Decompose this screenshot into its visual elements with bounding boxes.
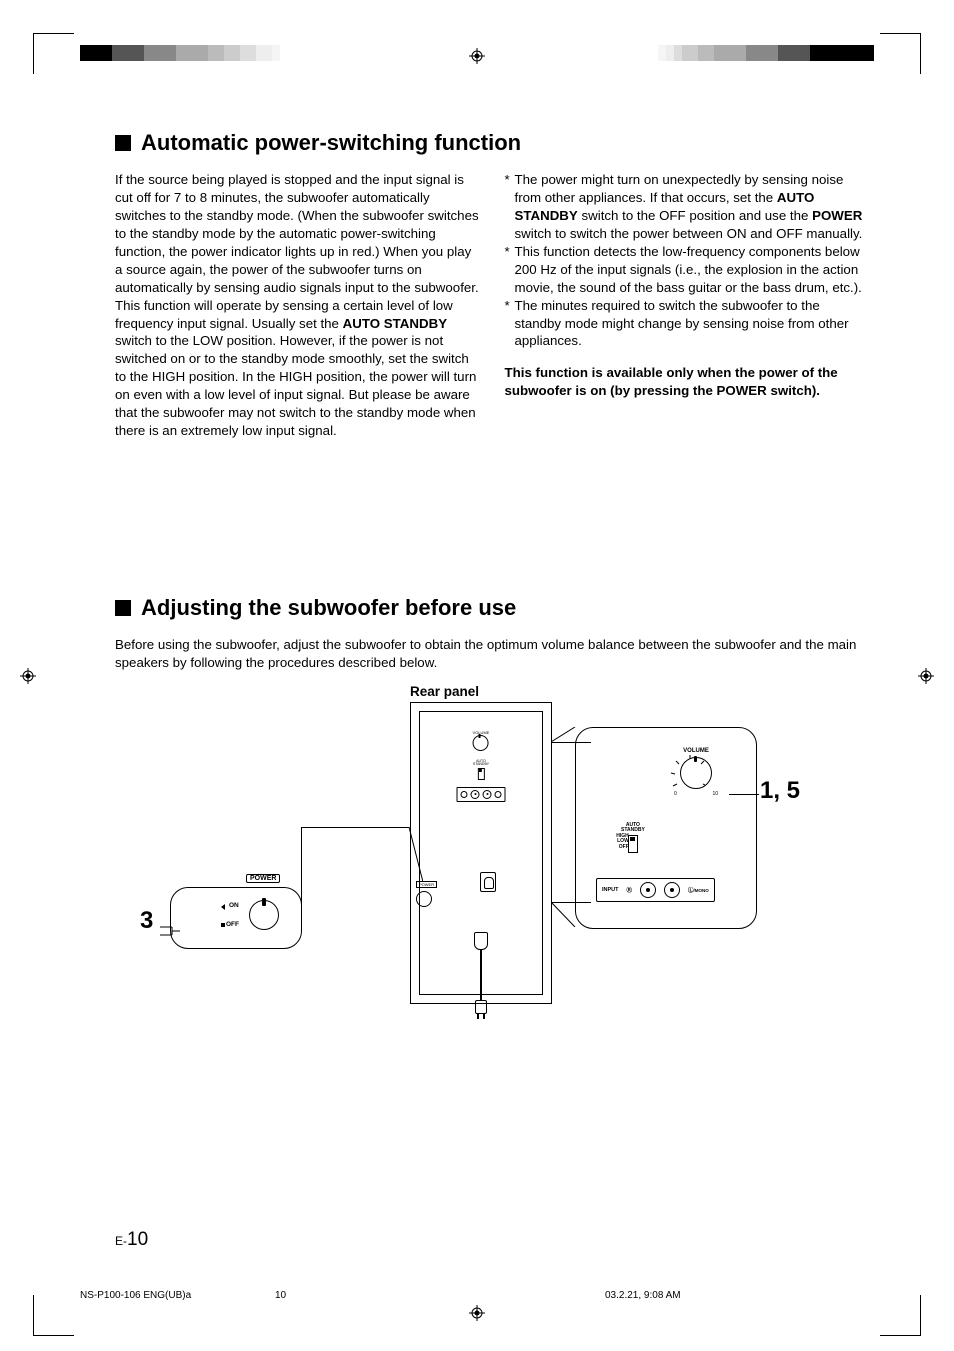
power-label: POWER: [246, 874, 280, 883]
on-label: ON: [229, 902, 239, 909]
volume-scale: 010: [674, 791, 718, 797]
ac-inlet-icon: [480, 872, 496, 892]
doc-page: 10: [275, 1290, 605, 1301]
section-heading-2: Adjusting the subwoofer before use: [115, 595, 869, 621]
diagram-rear-panel: Rear panel VOLUME AUTOSTANDBY: [115, 702, 869, 1102]
square-bullet-icon: [115, 135, 131, 151]
on-indicator-icon: [221, 904, 225, 910]
note-text: This function is available only when the…: [505, 364, 870, 400]
leader-line: [729, 794, 759, 795]
paragraph: If the source being played is stopped an…: [115, 171, 480, 297]
rca-jack-icon: [640, 882, 656, 898]
square-bullet-icon: [115, 600, 131, 616]
registration-mark-icon: [469, 1305, 485, 1321]
crop-mark: [880, 1295, 921, 1336]
input-jacks: INPUT Ⓡ Ⓛ/MONO: [596, 878, 715, 902]
leader-line: [403, 819, 423, 919]
callout-step-3: 3: [140, 907, 153, 935]
input-label: INPUT: [602, 887, 619, 893]
rear-panel-outline: VOLUME AUTOSTANDBY POWER: [410, 702, 552, 1004]
rear-panel-label: Rear panel: [410, 684, 479, 699]
section-heading-1: Automatic power-switching function: [115, 130, 869, 156]
leader-line: [301, 827, 409, 828]
callout-step-1-5: 1, 5: [760, 777, 800, 805]
doc-timestamp: 03.2.21, 9:08 AM: [605, 1290, 874, 1301]
registration-mark-icon: [918, 668, 934, 684]
doc-filename: NS-P100-106 ENG(UB)a: [80, 1290, 275, 1301]
intro-text: Before using the subwoofer, adjust the s…: [115, 636, 869, 672]
channel-l-label: Ⓛ/MONO: [688, 886, 709, 894]
print-footer: NS-P100-106 ENG(UB)a 10 03.2.21, 9:08 AM: [80, 1290, 874, 1301]
channel-r-label: Ⓡ: [627, 886, 633, 894]
list-item: *The minutes required to switch the subw…: [505, 297, 870, 351]
registration-mark-icon: [20, 668, 36, 684]
power-knob-icon: [249, 900, 279, 930]
section-title-1: Automatic power-switching function: [141, 130, 521, 156]
volume-knob-icon: [680, 757, 712, 789]
paragraph: This function will operate by sensing a …: [115, 297, 480, 441]
power-cord-icon: [474, 932, 488, 1014]
leader-line: [301, 827, 302, 917]
standby-switch-icon: [628, 835, 638, 853]
crop-mark: [880, 33, 921, 74]
list-item: *This function detects the low-frequency…: [505, 243, 870, 297]
auto-standby-switch-small-icon: AUTOSTANDBY: [473, 760, 489, 780]
registration-mark-icon: [469, 48, 485, 64]
zoom-callout-box: VOLUME: [575, 727, 757, 929]
color-bar: [658, 45, 874, 61]
off-label: OFF: [226, 921, 239, 928]
input-jacks-small-icon: [457, 787, 506, 802]
rear-panel-inner: VOLUME AUTOSTANDBY POWER: [419, 711, 543, 995]
volume-control: VOLUME: [671, 748, 721, 797]
list-item: *The power might turn on unexpectedly by…: [505, 171, 870, 243]
volume-knob-small-icon: VOLUME: [473, 730, 490, 751]
rca-jack-icon: [664, 882, 680, 898]
crop-mark: [33, 1295, 74, 1336]
auto-standby-control: HIGHLOWOFF AUTOSTANDBY: [621, 823, 645, 853]
color-bar: [80, 45, 280, 61]
off-indicator-icon: [221, 923, 225, 927]
page-number: E-10: [115, 1229, 148, 1251]
crop-mark: [33, 33, 74, 74]
section-title-2: Adjusting the subwoofer before use: [141, 595, 516, 621]
power-callout-box: POWER ON OFF: [170, 887, 302, 949]
